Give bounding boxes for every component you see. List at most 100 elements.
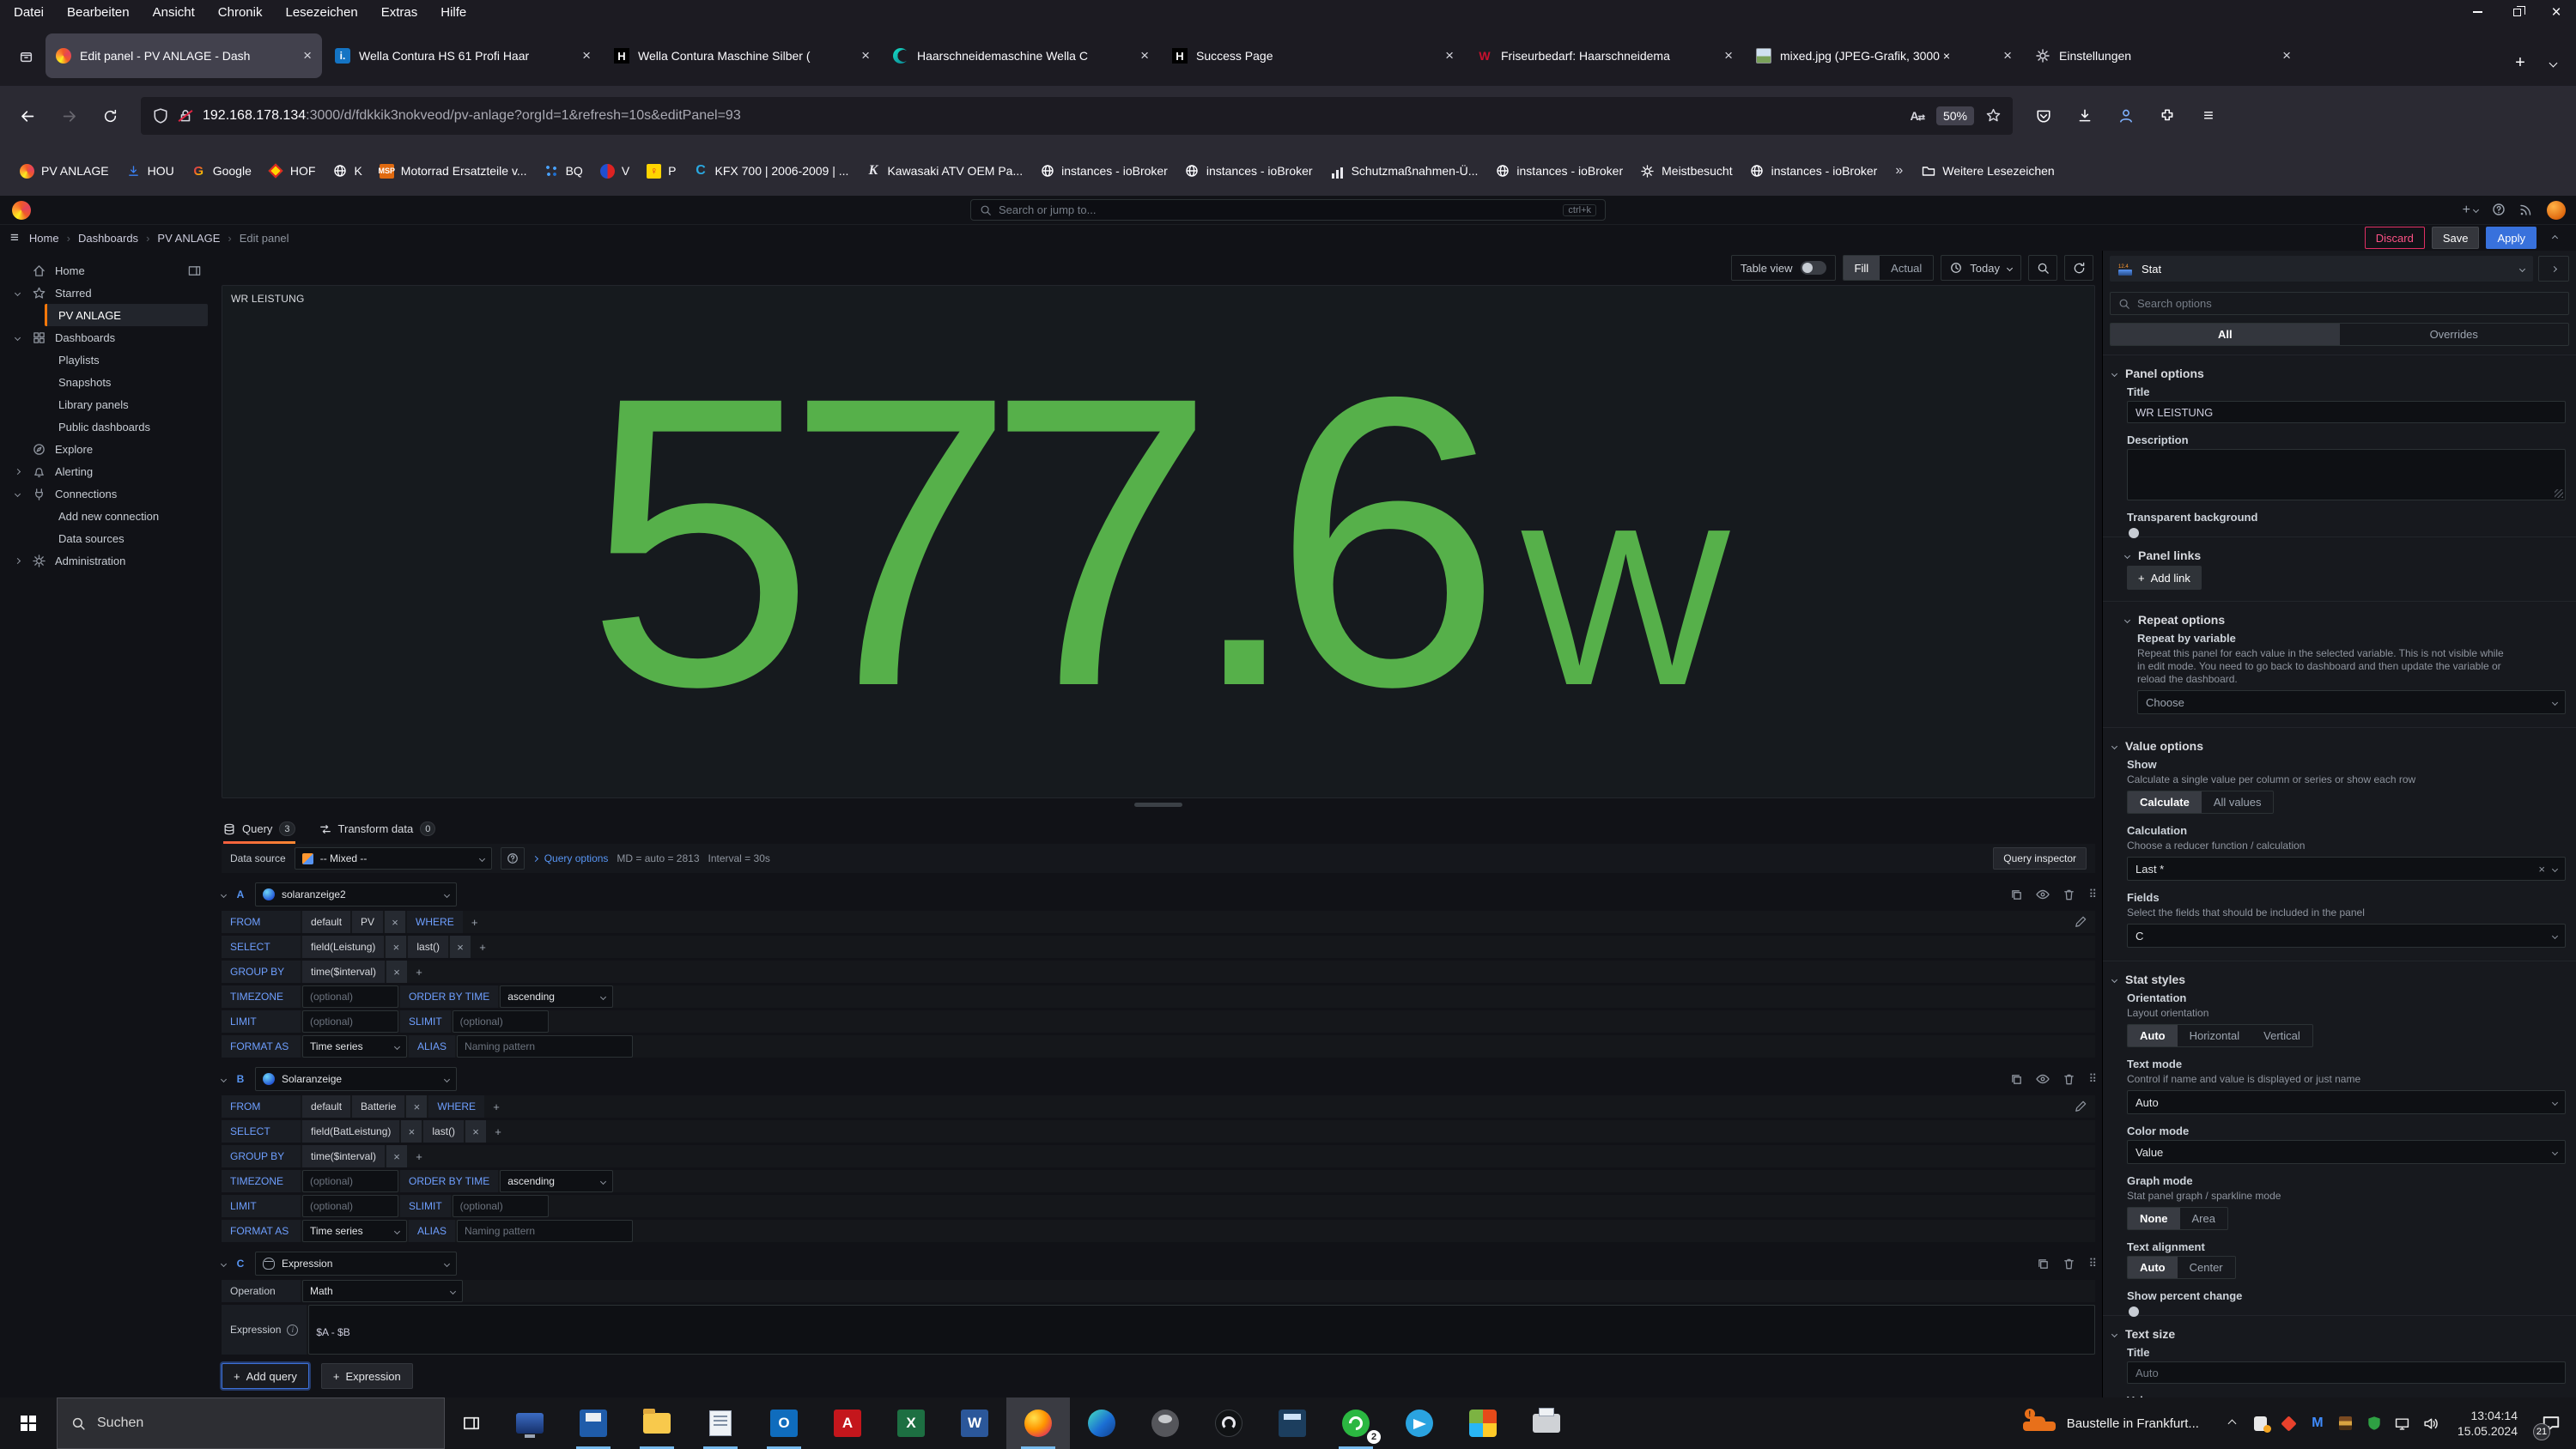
remove-icon[interactable]: × [401, 1120, 422, 1143]
timezone-input[interactable] [302, 1170, 398, 1192]
menu-ansicht[interactable]: Ansicht [153, 5, 195, 20]
discard-button[interactable]: Discard [2365, 227, 2425, 249]
sidebar-item-public-dashboards[interactable]: Public dashboards [0, 415, 215, 438]
remote-desktop-app-icon[interactable] [498, 1397, 562, 1449]
breadcrumb-pv-anlage[interactable]: PV ANLAGE [157, 232, 220, 245]
excel-app-icon[interactable]: X [879, 1397, 943, 1449]
sidebar-item-alerting[interactable]: Alerting [0, 460, 215, 482]
operation-select[interactable]: Math [302, 1280, 463, 1302]
telegram-app-icon[interactable] [1388, 1397, 1451, 1449]
tab-close-icon[interactable]: × [1140, 47, 1149, 64]
edge-app-icon[interactable] [1070, 1397, 1133, 1449]
delete-query-trash-icon[interactable] [2063, 1257, 2075, 1270]
sidebar-item-add-new-connection[interactable]: Add new connection [0, 505, 215, 527]
expression-type-picker[interactable]: Expression [255, 1252, 457, 1276]
lock-insecure-icon[interactable] [178, 108, 193, 124]
sidebar-item-starred[interactable]: Starred [0, 282, 215, 304]
save-button[interactable]: Save [2432, 227, 2480, 249]
duplicate-query-icon[interactable] [2037, 1257, 2050, 1270]
extensions-puzzle-icon[interactable] [2150, 99, 2184, 133]
zoom-out-time-button[interactable] [2028, 255, 2057, 281]
hide-query-eye-icon[interactable] [2036, 888, 2050, 901]
bookmark-meistbesucht[interactable]: Meistbesucht [1632, 159, 1740, 184]
sidebar-item-playlists[interactable]: Playlists [0, 349, 215, 371]
delete-query-trash-icon[interactable] [2063, 888, 2075, 900]
add-field-icon[interactable]: + [488, 1120, 508, 1143]
menu-bearbeiten[interactable]: Bearbeiten [67, 5, 130, 20]
remove-icon[interactable]: × [450, 936, 471, 958]
help-icon[interactable] [2492, 203, 2506, 218]
select-field-chip[interactable]: field(Leistung) [302, 936, 384, 958]
tab-close-icon[interactable]: × [861, 47, 870, 64]
chevron-right-icon[interactable] [12, 470, 22, 474]
datasource-picker[interactable]: -- Mixed -- [295, 847, 492, 870]
notification-center-button[interactable]: 21 [2526, 1397, 2576, 1449]
fill-option[interactable]: Fill [1844, 256, 1880, 280]
grafana-search-box[interactable]: Search or jump to... ctrl+k [970, 199, 1606, 221]
mega-menu-toggle-icon[interactable]: ≡ [10, 229, 19, 246]
obs-app-icon[interactable] [1197, 1397, 1261, 1449]
bookmark-iobroker-1[interactable]: instances - ioBroker [1032, 159, 1176, 184]
tab-close-icon[interactable]: × [1724, 47, 1733, 64]
alias-input[interactable] [457, 1220, 633, 1242]
tab-wella-hs61[interactable]: i. Wella Contura HS 61 Profi Haar × [325, 33, 601, 78]
bookmark-star-icon[interactable] [1986, 108, 2001, 124]
tray-document-icon[interactable] [2253, 1416, 2269, 1431]
tab-list-button[interactable] [2538, 47, 2567, 78]
from-measurement-chip[interactable]: PV [352, 911, 383, 933]
hide-query-eye-icon[interactable] [2036, 1072, 2050, 1086]
shield-icon[interactable] [153, 108, 168, 124]
bookmark-hof[interactable]: HOF [261, 159, 324, 184]
firefox-view-button[interactable] [9, 33, 43, 78]
bookmark-bq[interactable]: BQ [537, 159, 591, 184]
account-icon[interactable] [2109, 99, 2143, 133]
office-app-icon[interactable] [1451, 1397, 1515, 1449]
fields-select[interactable]: C [2127, 924, 2566, 948]
add-link-button[interactable]: +Add link [2127, 566, 2202, 590]
chevron-down-icon[interactable] [12, 336, 22, 340]
tab-wella-maschine[interactable]: H Wella Contura Maschine Silber ( × [604, 33, 880, 78]
tray-expand-chevron-icon[interactable] [2225, 1416, 2240, 1431]
dock-menu-icon[interactable] [188, 264, 201, 277]
panel-title-input[interactable] [2127, 401, 2566, 423]
repeat-variable-select[interactable]: Choose [2137, 690, 2566, 714]
refresh-button[interactable] [2064, 255, 2093, 281]
tray-winrar-icon[interactable] [2338, 1416, 2354, 1431]
drag-handle-icon[interactable]: ⠿ [2088, 1072, 2095, 1086]
bookmark-schutzmassnahmen[interactable]: Schutzmaßnahmen-Ü... [1322, 159, 1486, 184]
add-condition-icon[interactable]: + [465, 911, 485, 933]
news-widget[interactable]: ! Baustelle in Frankfurt... [2008, 1412, 2215, 1434]
tab-haarschneidemaschine[interactable]: Haarschneidemaschine Wella C × [883, 33, 1159, 78]
bookmark-motorrad[interactable]: MSPMotorrad Ersatzteile v... [372, 159, 535, 184]
sidebar-item-snapshots[interactable]: Snapshots [0, 371, 215, 393]
tab-friseurbedarf[interactable]: W Friseurbedarf: Haarschneidema × [1467, 33, 1743, 78]
menu-hamburger-icon[interactable]: ≡ [2191, 99, 2226, 133]
zoom-level-badge[interactable]: 50% [1936, 106, 1974, 125]
graph-mode-area-option[interactable]: Area [2180, 1208, 2227, 1229]
chevron-right-icon[interactable] [12, 559, 22, 563]
chevron-down-icon[interactable] [12, 291, 22, 295]
breadcrumb-home[interactable]: Home [29, 232, 59, 245]
actual-option[interactable]: Actual [1880, 256, 1933, 280]
grafana-logo[interactable] [12, 201, 31, 220]
tray-defender-shield-icon[interactable] [2366, 1416, 2382, 1431]
query-b-datasource-picker[interactable]: Solaranzeige [255, 1067, 457, 1091]
drag-handle-icon[interactable]: ⠿ [2088, 1257, 2095, 1270]
delete-query-trash-icon[interactable] [2063, 1072, 2075, 1085]
avatar[interactable] [2547, 201, 2566, 220]
reload-button[interactable] [93, 99, 127, 133]
bookmark-pv-anlage[interactable]: PV ANLAGE [12, 159, 117, 184]
chevron-down-icon[interactable] [12, 492, 22, 496]
tray-m-app-icon[interactable]: M [2310, 1416, 2325, 1431]
format-as-select[interactable]: Time series [302, 1035, 407, 1058]
select-field-chip[interactable]: field(BatLeistung) [302, 1120, 399, 1143]
start-button[interactable] [0, 1397, 57, 1449]
info-icon[interactable]: i [287, 1325, 298, 1336]
taskbar-search-box[interactable]: Suchen [57, 1397, 445, 1449]
notepad-app-icon[interactable] [689, 1397, 752, 1449]
tab-close-icon[interactable]: × [1445, 47, 1454, 64]
color-mode-select[interactable]: Value [2127, 1140, 2566, 1164]
from-db-chip[interactable]: default [302, 911, 350, 933]
datasource-help-icon[interactable] [501, 847, 525, 870]
raw-query-pencil-icon[interactable] [2075, 911, 2095, 933]
